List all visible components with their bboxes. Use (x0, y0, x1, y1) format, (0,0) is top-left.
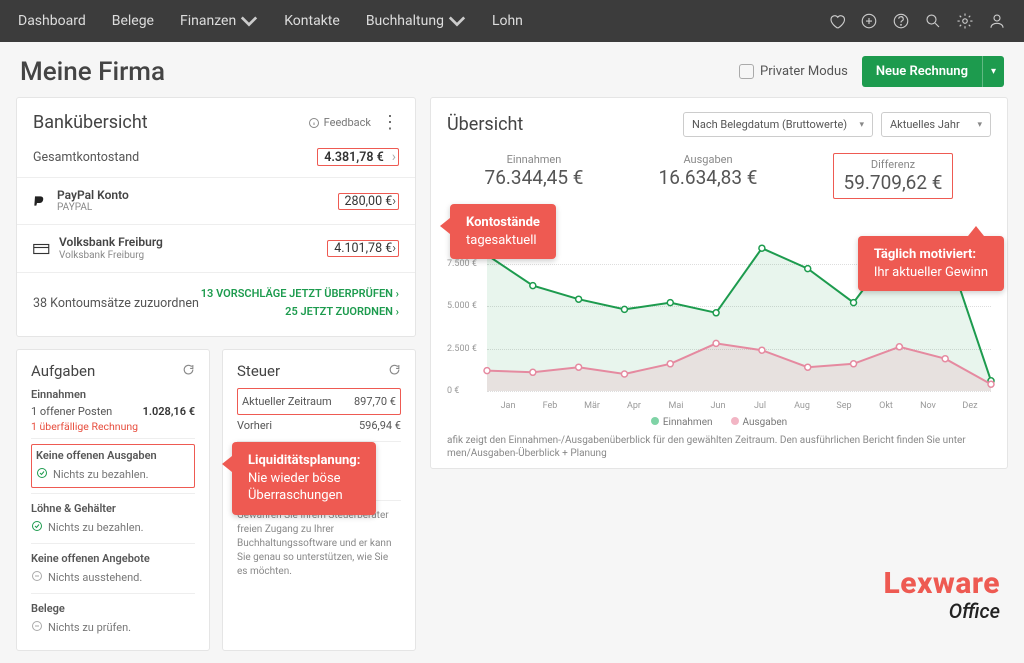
info-icon (308, 117, 320, 129)
feedback-link[interactable]: Feedback (308, 116, 371, 129)
nav-belege[interactable]: Belege (112, 12, 154, 30)
checkbox-icon (739, 64, 754, 79)
unassigned-transactions: 38 Kontoumsätze zuzuordnen (33, 296, 201, 311)
new-invoice-label: Neue Rechnung (862, 56, 982, 87)
review-suggestions-link[interactable]: 13 VORSCHLÄGE JETZT ÜBERPRÜFEN › (201, 285, 399, 304)
more-menu-icon[interactable]: ⋮ (381, 120, 399, 125)
nav-finanzen[interactable]: Finanzen (180, 12, 258, 30)
einnahmen-header: Einnahmen (31, 388, 195, 401)
page-title: Meine Firma (20, 57, 725, 87)
brand-logo: Lexware Office (884, 569, 1000, 623)
topbar-icons (828, 12, 1006, 30)
user-icon[interactable] (988, 12, 1006, 30)
chevron-right-icon[interactable]: › (392, 194, 396, 209)
chart-x-axis: JanFebMärAprMaiJunJulAugSepOktNovDez (487, 401, 991, 411)
bank-overview-card: Bankübersicht Feedback ⋮ Gesamtkontostan… (16, 97, 416, 337)
new-invoice-button[interactable]: Neue Rechnung ▾ (862, 56, 1004, 87)
overview-title: Übersicht (447, 114, 675, 135)
bank-account-row[interactable]: PayPal Konto PAYPAL 280,00 € › (33, 182, 399, 220)
no-offers-header: Keine offenen Angebote (31, 552, 195, 565)
chevron-right-icon[interactable]: › (392, 149, 396, 165)
tasks-title: Aufgaben (31, 362, 95, 380)
nav-buchhaltung[interactable]: Buchhaltung (366, 12, 466, 30)
refresh-icon[interactable] (182, 362, 195, 380)
heart-icon[interactable] (828, 12, 846, 30)
total-balance-label: Gesamtkontostand (33, 150, 317, 165)
belege-header: Belege (31, 602, 195, 615)
wages-header: Löhne & Gehälter (31, 502, 195, 515)
callout-liquidity: Liquiditätsplanung: Nie wieder böse Über… (232, 442, 376, 515)
dash-icon (31, 620, 43, 635)
account-value: 280,00 € (345, 194, 393, 209)
nav-kontakte[interactable]: Kontakte (284, 12, 340, 30)
chevron-down-icon[interactable]: ▾ (982, 56, 1004, 87)
callout-profit: Täglich motiviert: Ihr aktueller Gewinn (858, 236, 1004, 291)
metric-ausgaben: Ausgaben 16.634,83 € (659, 153, 758, 199)
bank-account-row[interactable]: Volksbank Freiburg Volksbank Freiburg 4.… (33, 229, 399, 267)
chevron-down-icon (240, 12, 258, 30)
filter-select-year[interactable]: Aktuelles Jahr▾ (881, 112, 991, 137)
tax-title: Steuer (237, 362, 280, 380)
page-header: Meine Firma Privater Modus Neue Rechnung… (0, 42, 1024, 97)
tax-note: Gewähren Sie Ihrem Steuerberater freien … (237, 509, 401, 579)
total-balance-value: 4.381,78 € (324, 150, 384, 165)
search-icon[interactable] (924, 12, 942, 30)
refresh-icon[interactable] (388, 362, 401, 380)
bank-title: Bankübersicht (33, 112, 308, 133)
chevron-right-icon[interactable]: › (392, 241, 396, 256)
private-mode-toggle[interactable]: Privater Modus (739, 64, 848, 79)
callout-balances: Kontostände tagesaktuell (450, 204, 556, 259)
bank-icon (33, 242, 51, 256)
main-content: Bankübersicht Feedback ⋮ Gesamtkontostan… (0, 97, 1024, 663)
assign-now-link[interactable]: 25 JETZT ZUORDNEN › (201, 303, 399, 322)
chart-footnote: afik zeigt den Einnahmen-/Ausgabenüberbl… (447, 434, 991, 460)
overdue-invoice[interactable]: 1 überfällige Rechnung (31, 420, 195, 433)
plus-circle-icon[interactable] (860, 12, 878, 30)
nav-dashboard[interactable]: Dashboard (18, 12, 86, 30)
check-icon (36, 467, 48, 482)
account-value: 4.101,78 € (334, 241, 392, 256)
filter-select-date[interactable]: Nach Belegdatum (Bruttowerte)▾ (683, 112, 873, 137)
dash-icon (31, 570, 43, 585)
metric-einnahmen: Einnahmen 76.344,45 € (485, 153, 584, 199)
nav-menu: Dashboard Belege Finanzen Kontakte Buchh… (18, 12, 802, 30)
metric-differenz: Differenz 59.709,62 € (833, 153, 954, 199)
left-column: Bankübersicht Feedback ⋮ Gesamtkontostan… (16, 97, 416, 663)
paypal-icon (33, 194, 49, 208)
chevron-down-icon (448, 12, 466, 30)
gear-icon[interactable] (956, 12, 974, 30)
check-icon (31, 520, 43, 535)
tasks-card: Aufgaben Einnahmen 1 offener Posten1.028… (16, 349, 210, 651)
no-expenses-header: Keine offenen Ausgaben (36, 449, 190, 462)
chart-legend: Einnahmen Ausgaben (447, 417, 991, 428)
help-icon[interactable] (892, 12, 910, 30)
top-navigation: Dashboard Belege Finanzen Kontakte Buchh… (0, 0, 1024, 42)
nav-lohn[interactable]: Lohn (492, 12, 523, 30)
